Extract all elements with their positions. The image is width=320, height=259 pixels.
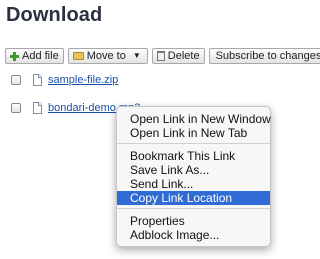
subscribe-button[interactable]: Subscribe to changes [208, 48, 320, 64]
file-checkbox[interactable] [11, 103, 21, 113]
subscribe-label: Subscribe to changes [215, 50, 320, 62]
menu-item-open-new-window[interactable]: Open Link in New Window [117, 112, 271, 126]
file-icon [33, 102, 42, 114]
menu-separator [117, 143, 270, 144]
move-to-button[interactable]: Move to ▼ [67, 48, 148, 64]
file-checkbox[interactable] [11, 75, 21, 85]
file-icon [33, 74, 42, 86]
menu-item-properties[interactable]: Properties [117, 214, 270, 228]
trash-icon [156, 51, 165, 61]
menu-item-save-link-as[interactable]: Save Link As... [117, 163, 270, 177]
toolbar: Add file Move to ▼ Delete Subscribe to c… [5, 48, 320, 65]
add-file-button[interactable]: Add file [5, 48, 64, 64]
chevron-down-icon: ▼ [132, 51, 141, 60]
menu-separator [117, 208, 270, 209]
delete-button[interactable]: Delete [151, 48, 205, 64]
plus-icon [10, 51, 19, 61]
folder-icon [72, 52, 84, 60]
context-menu: Open Link in New Window Open Link in New… [116, 106, 271, 247]
file-row: sample-file.zip [11, 72, 118, 88]
menu-item-send-link[interactable]: Send Link... [117, 177, 270, 191]
menu-item-copy-link-location[interactable]: Copy Link Location [117, 191, 270, 205]
page-title: Download [6, 4, 103, 26]
delete-label: Delete [167, 50, 200, 62]
add-file-label: Add file [22, 50, 59, 62]
menu-item-open-new-tab[interactable]: Open Link in New Tab [117, 126, 270, 140]
menu-item-bookmark-link[interactable]: Bookmark This Link [117, 149, 270, 163]
menu-item-adblock-image[interactable]: Adblock Image... [117, 228, 270, 242]
move-to-label: Move to [86, 50, 126, 62]
file-link[interactable]: sample-file.zip [48, 74, 118, 86]
